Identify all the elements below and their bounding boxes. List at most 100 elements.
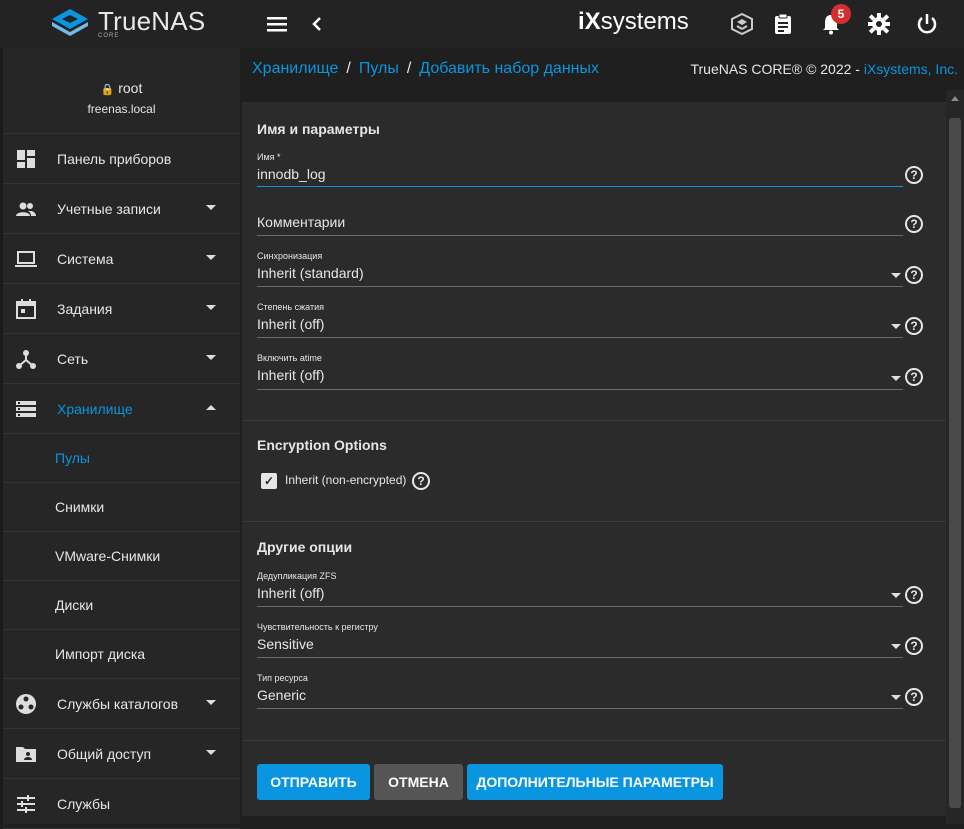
chevron-down-icon: [206, 255, 216, 260]
sidebar-item-label: Панель приборов: [57, 150, 172, 167]
sidebar-item-directory-services[interactable]: Службы каталогов: [3, 679, 240, 729]
breadcrumb: Хранилище / Пулы / Добавить набор данных: [252, 60, 599, 78]
lock-icon: 🔒: [100, 84, 115, 96]
name-field-value[interactable]: innodb_log: [257, 166, 903, 186]
sidebar-item-network[interactable]: Сеть: [3, 334, 240, 384]
shared-folder-icon: [16, 747, 36, 762]
comment-field[interactable]: Комментарии: [257, 214, 903, 236]
truenas-logo-icon: [52, 8, 88, 36]
sidebar-item-label: Система: [57, 250, 114, 267]
chevron-down-icon: [206, 205, 216, 210]
scroll-up-arrow-icon[interactable]: [951, 96, 959, 101]
section-title-other-options: Другие опции: [257, 539, 353, 555]
dropdown-arrow-icon[interactable]: [891, 324, 901, 329]
task-manager-icon[interactable]: [771, 12, 795, 36]
user-panel: 🔒 root freenas.local: [3, 48, 240, 134]
menu-icon[interactable]: [265, 12, 289, 36]
sidebar-subitem-pools[interactable]: Пулы: [3, 434, 240, 483]
compression-value[interactable]: Inherit (off): [257, 316, 903, 336]
sidebar-item-label: Общий доступ: [57, 745, 152, 762]
help-icon[interactable]: ?: [412, 472, 430, 490]
sidebar-item-dashboard[interactable]: Панель приборов: [3, 134, 240, 184]
dedup-label: Дедупликация ZFS: [257, 571, 337, 581]
chevron-up-icon: [206, 405, 216, 410]
calendar-icon: [16, 299, 36, 319]
breadcrumb-separator: /: [346, 60, 351, 77]
dropdown-arrow-icon[interactable]: [891, 695, 901, 700]
sidebar-subitem-snapshots[interactable]: Снимки: [3, 483, 240, 532]
dropdown-arrow-icon[interactable]: [891, 376, 901, 381]
sync-select[interactable]: Синхронизация Inherit (standard): [257, 251, 903, 287]
breadcrumb-storage[interactable]: Хранилище: [252, 60, 338, 77]
dropdown-arrow-icon[interactable]: [891, 593, 901, 598]
section-divider: [242, 420, 946, 421]
ixsystems-link[interactable]: iXsystems, Inc.: [864, 61, 958, 77]
dropdown-arrow-icon[interactable]: [891, 273, 901, 278]
add-dataset-form: Имя и параметры Имя * innodb_log ? Комме…: [242, 102, 946, 816]
help-icon[interactable]: ?: [905, 166, 923, 184]
breadcrumb-pools[interactable]: Пулы: [359, 60, 399, 77]
chevron-down-icon: [206, 700, 216, 705]
page-scrollbar[interactable]: [946, 90, 964, 824]
breadcrumb-add-dataset: Добавить набор данных: [419, 60, 599, 77]
chevron-down-icon: [206, 750, 216, 755]
help-icon[interactable]: ?: [905, 586, 923, 604]
submit-button[interactable]: ОТПРАВИТЬ: [257, 764, 370, 800]
share-type-value[interactable]: Generic: [257, 687, 903, 707]
sidebar-item-storage[interactable]: Хранилище: [3, 384, 240, 434]
comment-field-placeholder[interactable]: Комментарии: [257, 214, 903, 234]
help-icon[interactable]: ?: [905, 317, 923, 335]
sidebar: 🔒 root freenas.local Панель приборов Уче…: [0, 48, 240, 829]
network-icon: [16, 350, 36, 369]
sidebar-item-tasks[interactable]: Задания: [3, 284, 240, 334]
power-icon[interactable]: [915, 12, 939, 36]
cancel-button[interactable]: ОТМЕНА: [374, 764, 463, 800]
user-name: 🔒 root: [100, 80, 143, 96]
help-icon[interactable]: ?: [905, 637, 923, 655]
case-sensitivity-value[interactable]: Sensitive: [257, 636, 903, 656]
laptop-icon: [15, 251, 37, 267]
breadcrumb-separator: /: [406, 60, 412, 77]
scrollbar-thumb[interactable]: [949, 118, 961, 808]
encryption-inherit-label[interactable]: Inherit (non-encrypted): [285, 473, 406, 487]
dedup-select[interactable]: Дедупликация ZFS Inherit (off): [257, 571, 903, 607]
section-divider: [242, 740, 946, 741]
chevron-down-icon: [206, 355, 216, 360]
help-icon[interactable]: ?: [905, 368, 923, 386]
directory-icon: [16, 694, 36, 714]
sidebar-subitem-disks[interactable]: Диски: [3, 581, 240, 630]
atime-value[interactable]: Inherit (off): [257, 367, 903, 387]
sidebar-subitem-import-disk[interactable]: Импорт диска: [3, 630, 240, 679]
sidebar-item-system[interactable]: Система: [3, 234, 240, 284]
case-sensitivity-select[interactable]: Чувствительность к регистру Sensitive: [257, 622, 903, 658]
sidebar-item-sharing[interactable]: Общий доступ: [3, 729, 240, 779]
host-name: freenas.local: [87, 102, 156, 116]
sidebar-item-services[interactable]: Службы: [3, 779, 240, 829]
dedup-value[interactable]: Inherit (off): [257, 585, 903, 605]
compression-label: Степень сжатия: [257, 302, 325, 312]
sidebar-item-label: Учетные записи: [57, 200, 161, 217]
share-type-select[interactable]: Тип ресурса Generic: [257, 673, 903, 709]
compression-select[interactable]: Степень сжатия Inherit (off): [257, 302, 903, 338]
atime-select[interactable]: Включить atime Inherit (off): [257, 353, 903, 390]
dropdown-arrow-icon[interactable]: [891, 644, 901, 649]
help-icon[interactable]: ?: [905, 266, 923, 284]
name-field[interactable]: Имя * innodb_log: [257, 152, 903, 187]
advanced-options-button[interactable]: ДОПОЛНИТЕЛЬНЫЕ ПАРАМЕТРЫ: [467, 764, 723, 800]
encryption-inherit-checkbox[interactable]: ✓: [261, 473, 277, 489]
atime-label: Включить atime: [257, 353, 322, 363]
storage-icon: [16, 401, 36, 417]
sidebar-item-accounts[interactable]: Учетные записи: [3, 184, 240, 234]
truenas-logo[interactable]: TrueNAS: [50, 6, 205, 37]
chevron-left-icon[interactable]: [305, 12, 329, 36]
name-field-label: Имя *: [257, 152, 281, 162]
sidebar-item-label: Службы каталогов: [57, 695, 179, 712]
gear-icon[interactable]: [867, 12, 891, 36]
sync-value[interactable]: Inherit (standard): [257, 265, 903, 285]
help-icon[interactable]: ?: [905, 688, 923, 706]
sidebar-item-label: Службы: [57, 795, 111, 812]
sidebar-item-label: Хранилище: [57, 400, 133, 417]
truecommand-icon[interactable]: [730, 12, 754, 36]
help-icon[interactable]: ?: [905, 215, 923, 233]
sidebar-subitem-vmware-snapshots[interactable]: VMware-Снимки: [3, 532, 240, 581]
